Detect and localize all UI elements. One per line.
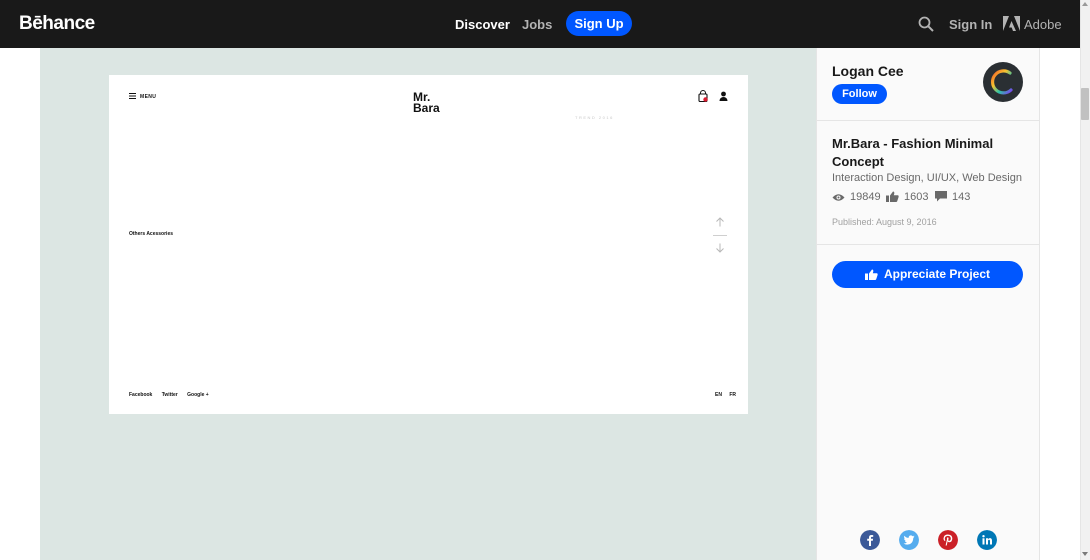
artboard-twitter-link: Twitter: [161, 392, 178, 398]
project-info-sidebar: [816, 48, 1040, 560]
scrollbar-thumb[interactable]: [1081, 88, 1089, 120]
nav-jobs[interactable]: Jobs: [522, 17, 552, 32]
adobe-link[interactable]: Adobe: [1024, 17, 1062, 32]
artboard-google-link: Google +: [187, 392, 209, 398]
menu-icon: [129, 93, 136, 99]
artboard-menu-label: MENU: [140, 94, 157, 100]
views-stat: 19849: [832, 191, 881, 203]
artboard-section-label: Others Acessories: [129, 231, 174, 237]
comment-icon: [935, 191, 947, 202]
linkedin-icon[interactable]: [977, 530, 997, 550]
artboard-slider-divider: [713, 235, 727, 236]
scroll-down-arrow-icon[interactable]: [1082, 552, 1088, 556]
appreciations-stat: 1603: [886, 191, 928, 203]
arrow-down-icon: [716, 243, 724, 253]
thumbs-up-icon: [864, 269, 878, 280]
sign-in-link[interactable]: Sign In: [949, 17, 992, 32]
avatar-logo-icon: [990, 69, 1013, 95]
artboard-lang-fr: FR: [729, 392, 737, 398]
thumbs-up-icon: [886, 191, 899, 202]
appreciations-count: 1603: [904, 191, 929, 203]
comments-count: 143: [952, 191, 971, 203]
sidebar-divider: [817, 244, 1039, 245]
appreciate-label: Appreciate Project: [883, 267, 991, 281]
eye-icon: [832, 194, 845, 201]
project-fields[interactable]: Interaction Design, UI/UX, Web Design: [832, 172, 1022, 184]
artboard-social-links: Facebook Twitter Google +: [129, 392, 217, 398]
follow-button[interactable]: Follow: [832, 84, 887, 104]
published-date: Published: August 9, 2016: [832, 217, 937, 227]
owner-name[interactable]: Logan Cee: [832, 63, 904, 79]
scroll-up-arrow-icon[interactable]: [1082, 2, 1088, 6]
avatar[interactable]: [983, 62, 1023, 102]
arrow-up-icon: [716, 217, 724, 227]
project-image[interactable]: [109, 75, 748, 414]
sidebar-divider: [817, 120, 1039, 121]
artboard-language-switch: EN FR: [709, 392, 736, 398]
left-gutter: [0, 48, 40, 560]
artboard-lang-en: EN: [715, 392, 722, 398]
user-icon: [719, 91, 728, 101]
artboard-brand-logo: Mr. Bara: [413, 91, 440, 115]
comments-stat: 143: [935, 191, 970, 203]
twitter-icon[interactable]: [899, 530, 919, 550]
facebook-icon[interactable]: [860, 530, 880, 550]
project-title: Mr.Bara - Fashion Minimal Concept: [832, 136, 994, 169]
views-count: 19849: [850, 191, 881, 203]
nav-discover[interactable]: Discover: [455, 17, 510, 32]
pinterest-icon[interactable]: [938, 530, 958, 550]
page-scrollbar[interactable]: [1080, 0, 1090, 560]
right-gutter: [1040, 48, 1080, 560]
behance-logo[interactable]: Bēhance: [19, 13, 95, 35]
top-navigation-bar: Bēhance Discover Jobs Sign Up Sign In Ad…: [0, 0, 1080, 48]
artboard-faded-text: TREND 2016: [575, 115, 614, 120]
adobe-icon[interactable]: [1003, 16, 1020, 31]
sign-up-button[interactable]: Sign Up: [566, 11, 632, 36]
artboard-facebook-link: Facebook: [129, 392, 153, 398]
appreciate-project-button[interactable]: Appreciate Project: [832, 261, 1023, 288]
shopping-bag-icon: [698, 90, 708, 102]
brand-line-2: Bara: [413, 101, 440, 115]
search-icon[interactable]: [918, 16, 934, 32]
